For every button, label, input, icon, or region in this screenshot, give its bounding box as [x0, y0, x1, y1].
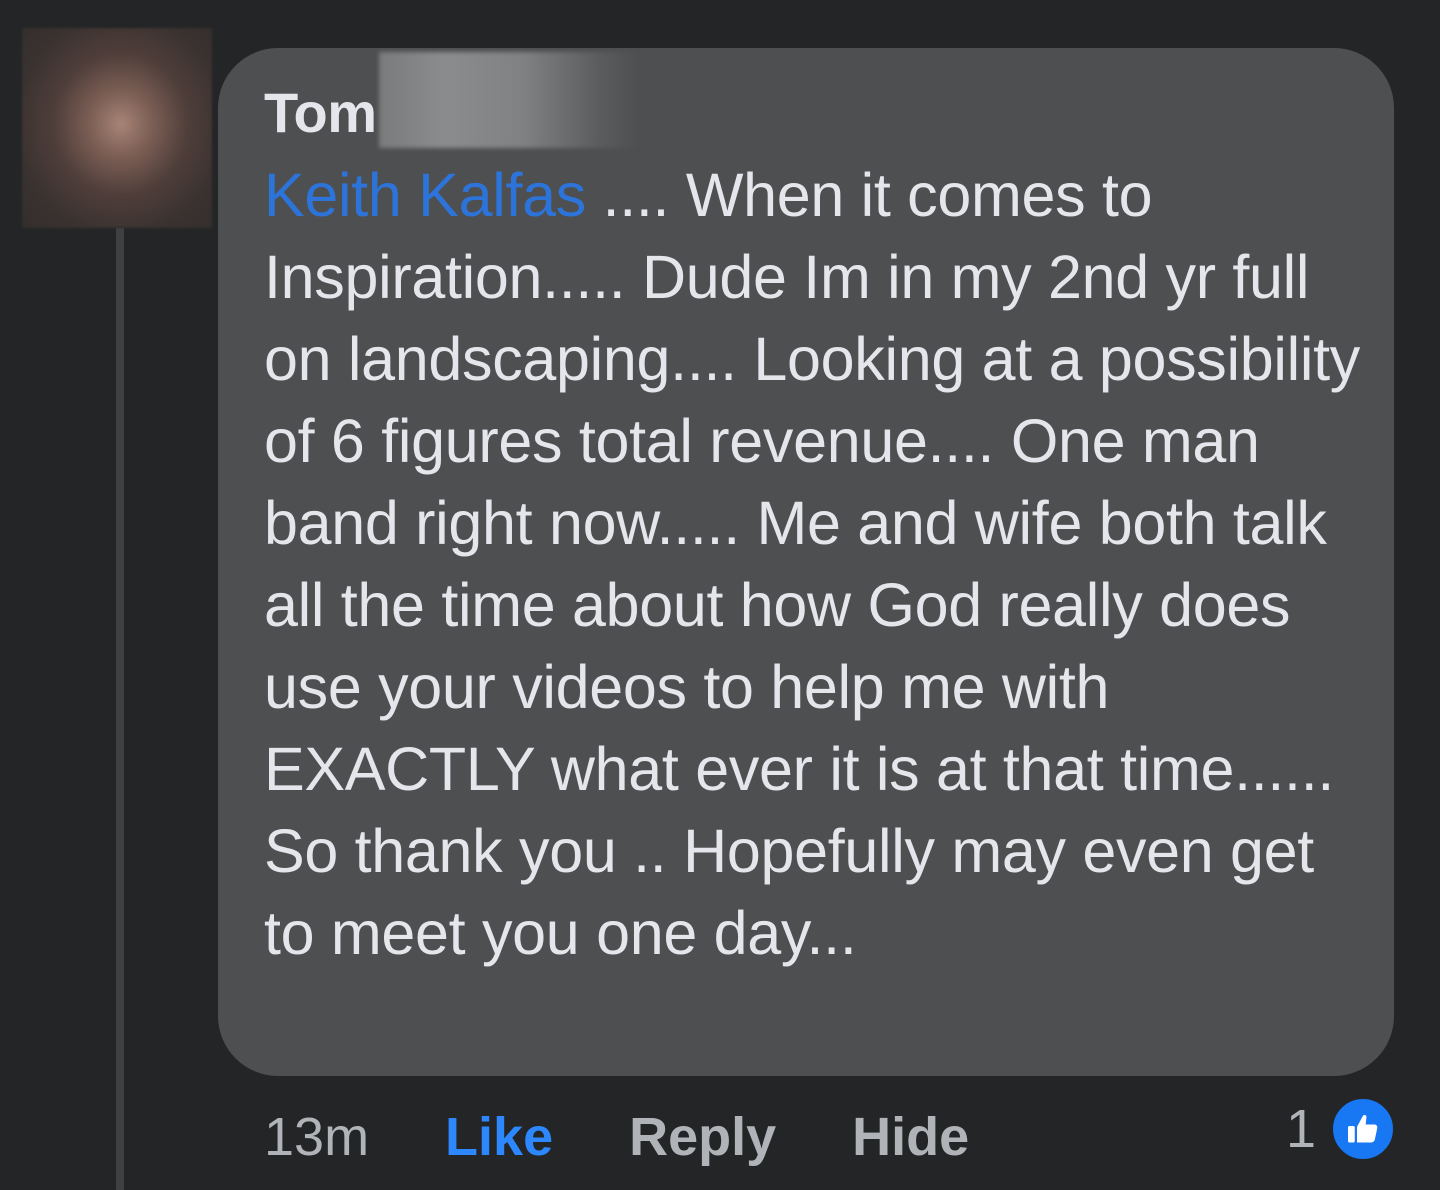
comment-text: Keith Kalfas .... When it comes to Inspi… — [264, 154, 1374, 974]
redacted-surname — [378, 52, 641, 148]
like-reaction-badge — [1330, 1096, 1396, 1162]
comment-thread: Tom Keith Kalfas .... When it comes to I… — [0, 0, 1440, 1190]
comment-author-name[interactable]: Tom — [264, 78, 377, 148]
reaction-count: 1 — [1285, 1099, 1316, 1159]
thread-connector-line — [116, 228, 124, 1190]
comment-body: .... When it comes to Inspiration..... D… — [264, 161, 1360, 967]
comment-author-row: Tom — [264, 52, 641, 148]
reaction-summary[interactable]: 1 — [1286, 1096, 1396, 1162]
comment-actions: 13m Like Reply Hide — [264, 1102, 969, 1172]
avatar[interactable] — [22, 28, 212, 228]
reply-button[interactable]: Reply — [629, 1106, 776, 1168]
like-button[interactable]: Like — [445, 1106, 553, 1168]
hide-button[interactable]: Hide — [852, 1106, 969, 1168]
thumbs-up-icon — [1348, 1114, 1378, 1143]
comment-timestamp[interactable]: 13m — [264, 1106, 369, 1168]
mention-link[interactable]: Keith Kalfas — [264, 161, 586, 229]
